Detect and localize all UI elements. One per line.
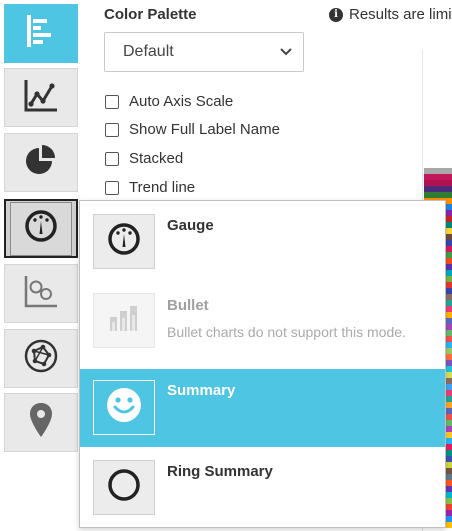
show-full-label-checkbox[interactable] [105,122,119,137]
map-pin-icon [28,402,54,443]
ring-summary-thumbnail [93,460,155,515]
color-palette-label: Color Palette [104,6,197,23]
menu-item-description: Bullet charts do not support this mode. [167,324,406,340]
bullet-thumbnail [93,293,155,348]
menu-item-title: Bullet [167,297,209,314]
chart-type-pie-button[interactable] [4,133,78,192]
gauge-mode-menu: Gauge Bullet Bullet charts do not suppor… [79,200,446,528]
chevron-down-icon [279,45,293,64]
smiley-icon [105,386,143,429]
trend-line-option[interactable]: Trend line [105,179,195,196]
chart-type-bar-button[interactable] [4,4,78,63]
auto-axis-scale-option[interactable]: Auto Axis Scale [105,93,233,110]
summary-thumbnail [93,380,155,435]
line-chart-icon [22,77,60,118]
menu-item-title: Ring Summary [167,463,273,480]
trend-line-checkbox[interactable] [105,180,119,195]
gauge-icon [23,208,59,249]
chart-type-gauge-button[interactable] [4,199,78,258]
menu-item-bullet: Bullet Bullet charts do not support this… [80,286,445,378]
gauge-icon [106,221,142,262]
scatter-bubble-icon [22,273,60,314]
results-limit-notice: i Results are limit [329,6,452,23]
color-palette-value: Default [123,43,174,60]
pie-chart-icon [24,143,58,182]
results-limit-text: Results are limit [349,6,452,23]
stacked-option[interactable]: Stacked [105,150,183,167]
menu-item-title: Gauge [167,217,214,234]
auto-axis-scale-label: Auto Axis Scale [129,93,234,110]
network-icon [23,338,59,379]
chart-type-network-button[interactable] [4,329,78,388]
chart-type-line-button[interactable] [4,68,78,127]
bullet-chart-icon [107,303,141,338]
stacked-checkbox[interactable] [105,151,119,166]
chart-type-map-button[interactable] [4,393,78,452]
show-full-label-label: Show Full Label Name [129,121,280,138]
auto-axis-scale-checkbox[interactable] [105,94,119,109]
info-icon: i [329,7,343,22]
stacked-label: Stacked [129,150,184,167]
trend-line-label: Trend line [129,179,196,196]
chart-type-scatter-button[interactable] [4,264,78,323]
menu-item-gauge[interactable]: Gauge [80,201,445,286]
menu-item-ring-summary[interactable]: Ring Summary [80,447,445,527]
color-palette-select[interactable]: Default [104,32,304,72]
ring-icon [106,467,142,508]
gauge-thumbnail [93,214,155,269]
show-full-label-option[interactable]: Show Full Label Name [105,121,280,138]
horizontal-bar-chart-icon [23,13,59,54]
menu-item-summary[interactable]: Summary [80,369,445,447]
menu-item-title: Summary [167,382,236,399]
